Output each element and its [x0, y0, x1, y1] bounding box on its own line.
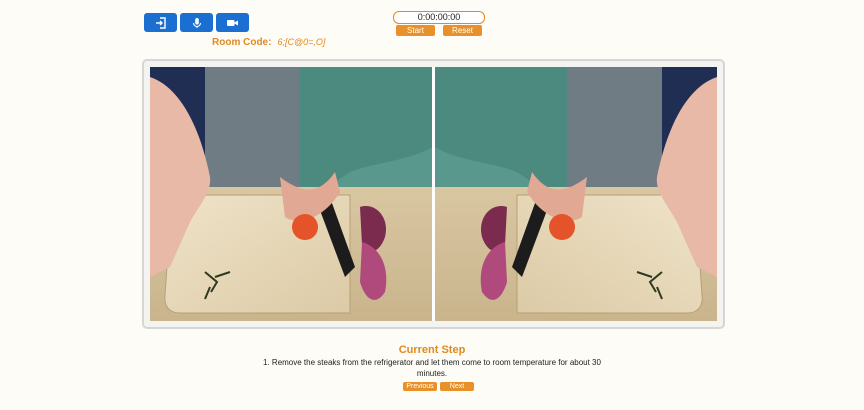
microphone-icon — [192, 17, 201, 28]
next-button[interactable]: Next — [440, 382, 474, 391]
current-step-heading: Current Step — [398, 344, 466, 356]
join-room-button[interactable] — [144, 13, 177, 32]
video-feed — [150, 67, 717, 321]
microphone-button[interactable] — [180, 13, 213, 32]
login-icon — [155, 16, 166, 29]
camera-button[interactable] — [216, 13, 249, 32]
left-half — [150, 67, 433, 321]
video-frame — [142, 59, 725, 329]
timer-display: 0:00:00:00 — [393, 11, 485, 24]
video-image — [150, 67, 717, 321]
step-instruction: 1. Remove the steaks from the refrigerat… — [263, 358, 601, 378]
room-code-label: Room Code: — [212, 37, 272, 48]
room-code-value: 6;[C@0=,O] — [277, 37, 326, 47]
start-button[interactable]: Start — [396, 25, 435, 36]
reset-button[interactable]: Reset — [443, 25, 482, 36]
previous-button[interactable]: Previous — [403, 382, 437, 391]
room-code: Room Code: 6;[C@0=,O] — [212, 37, 325, 48]
video-camera-icon — [227, 19, 238, 26]
